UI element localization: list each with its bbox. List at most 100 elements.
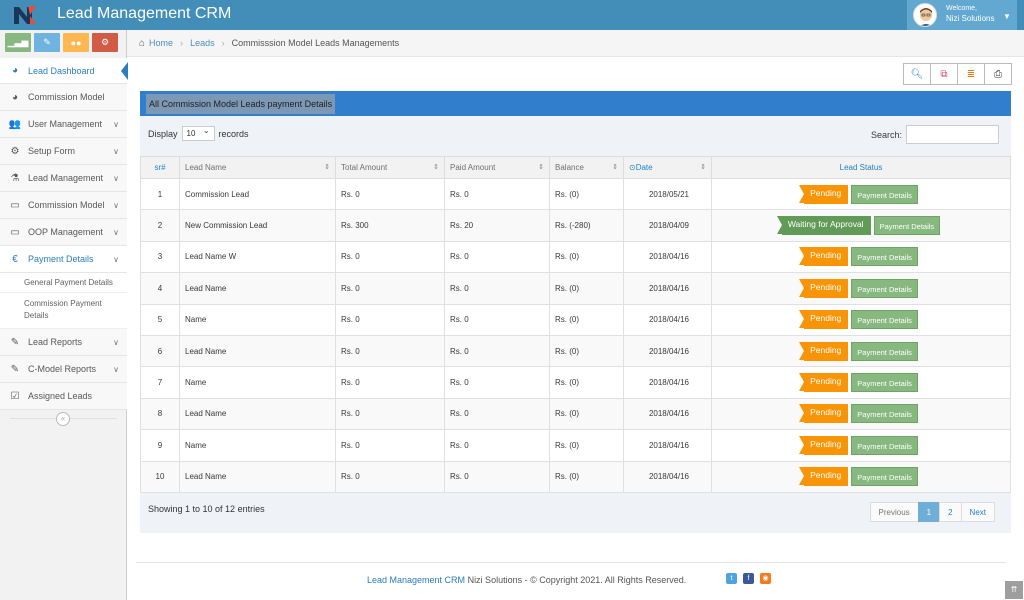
copy-icon[interactable]: ⧉ (930, 63, 958, 85)
status-badge: Pending (799, 278, 849, 298)
chevron-right-icon: › (221, 38, 225, 48)
payment-details-button[interactable]: Payment Details (851, 404, 918, 424)
col-balance[interactable]: Balance ⇕ (549, 156, 624, 179)
sidebar-subitem-commission-payment[interactable]: Commission Payment Details (0, 293, 127, 329)
chevron-down-icon: ∨ (113, 254, 119, 264)
cell-sr: 5 (140, 303, 180, 336)
table-row: 9 Name Rs. 0 Rs. 0 Rs. (0) 2018/04/16 Pending P… (140, 429, 1011, 462)
sidebar-item-lead-management[interactable]: ⚗ Lead Management ∨ (0, 165, 127, 192)
payment-details-button[interactable]: Payment Details (851, 341, 918, 361)
table-row: 4 Lead Name Rs. 0 Rs. 0 Rs. (0) 2018/04/16 Pen… (140, 272, 1011, 305)
pagination-next[interactable]: Next (960, 502, 995, 522)
chevron-down-icon: ∨ (113, 364, 119, 374)
status-badge: Pending (799, 184, 849, 204)
col-label: Paid Amount (450, 163, 496, 172)
cell-sr: 4 (140, 272, 180, 305)
signal-icon[interactable]: ▁▃▅ (5, 33, 31, 52)
user-menu[interactable]: Welcome, Nizi Solutions ▼ (907, 0, 1017, 30)
rss-icon[interactable]: ◉ (760, 573, 771, 584)
cell-lead-name: Commission Lead (179, 177, 336, 211)
cell-total-amount: Rs. 0 (335, 460, 445, 493)
col-paid-amount[interactable]: Paid Amount ⇕ (444, 156, 550, 179)
scroll-top-icon[interactable]: ⇈ (1005, 581, 1023, 599)
sidebar-item-lead-dashboard[interactable]: ◕ Lead Dashboard (0, 58, 128, 84)
payment-details-button[interactable]: Payment Details (851, 310, 918, 330)
sidebar-item-assigned-leads[interactable]: ☑ Assigned Leads (0, 383, 127, 410)
breadcrumb-current: Commisssion Model Leads Managements (231, 38, 400, 48)
welcome-text: Welcome, (946, 5, 977, 12)
table-header-row: sr# Lead Name ⇕ Total Amount ⇕ Paid Amount… (140, 156, 1011, 179)
chevron-right-icon: › (180, 38, 184, 48)
avatar (913, 3, 937, 27)
cell-paid-amount: Rs. 0 (444, 366, 550, 399)
cell-balance: Rs. (0) (549, 460, 624, 493)
database-icon[interactable]: ≣ (957, 63, 985, 85)
sidebar-subitem-general-payment[interactable]: General Payment Details (0, 273, 127, 293)
table-tools: 🔍︎ ⧉ ≣ ⎙ (903, 63, 1012, 85)
payment-details-button[interactable]: Payment Details (851, 373, 918, 393)
payment-details-button[interactable]: Payment Details (851, 435, 918, 455)
footer-brand: Lead Management CRM (367, 575, 466, 585)
cell-sr: 1 (140, 177, 180, 211)
sidebar-item-setup-form[interactable]: ⚙ Setup Form ∨ (0, 138, 127, 165)
col-total-amount[interactable]: Total Amount ⇕ (335, 156, 445, 179)
sidebar-item-payment-details[interactable]: € Payment Details ∨ (0, 246, 127, 273)
payment-details-button[interactable]: Payment Details (851, 247, 918, 267)
sidebar-item-lead-reports[interactable]: ✎ Lead Reports ∨ (0, 329, 127, 356)
desktop-icon: ▭ (10, 226, 20, 238)
table-body: 1 Commission Lead Rs. 0 Rs. 0 Rs. (0) 2018/05… (140, 177, 1011, 493)
cell-lead-name: Lead Name (179, 334, 336, 368)
edit-icon: ✎ (10, 336, 20, 348)
search-input[interactable] (906, 125, 999, 144)
leads-table: sr# Lead Name ⇕ Total Amount ⇕ Paid Amount… (140, 156, 1011, 493)
cell-paid-amount: Rs. 0 (444, 460, 550, 493)
facebook-icon[interactable]: f (743, 573, 754, 584)
payment-details-button[interactable]: Payment Details (851, 467, 918, 487)
cell-date: 2018/04/16 (623, 303, 712, 336)
breadcrumb-home[interactable]: Home (149, 38, 173, 48)
sidebar-item-label: Lead Reports (28, 337, 83, 347)
cell-sr: 7 (140, 366, 180, 399)
status-badge: Pending (799, 373, 849, 393)
cell-status: Pending Payment Details (711, 366, 1011, 399)
status-badge: Pending (799, 467, 849, 487)
collapse-sidebar-icon[interactable]: « (56, 412, 70, 426)
payment-details-button[interactable]: Payment Details (851, 278, 918, 298)
sidebar-item-commission-model[interactable]: ◕ Commission Model (0, 84, 127, 111)
cogs-icon: ⚙ (10, 145, 20, 157)
sidebar-item-cmodel-reports[interactable]: ✎ C-Model Reports ∨ (0, 356, 127, 383)
page-length-select[interactable]: 10 (181, 126, 215, 141)
cell-balance: Rs. (0) (549, 366, 624, 399)
pagination-page-1[interactable]: 1 (917, 502, 941, 522)
payment-details-button[interactable]: Payment Details (851, 184, 918, 204)
cell-date: 2018/04/16 (623, 460, 712, 493)
sidebar: ▁▃▅ ✎ ●● ⚙ ◕ Lead Dashboard ◕ Commission… (0, 30, 128, 600)
sidebar-item-commission-model-2[interactable]: ▭ Commission Model ∨ (0, 192, 127, 219)
col-sr[interactable]: sr# (140, 156, 180, 179)
col-date[interactable]: ⊙Date ⇕ (623, 156, 712, 179)
sidebar-item-user-management[interactable]: 👥 User Management ∨ (0, 111, 127, 138)
table-row: 8 Lead Name Rs. 0 Rs. 0 Rs. (0) 2018/04/16 Pen… (140, 397, 1011, 431)
sidebar-item-oop-management[interactable]: ▭ OOP Management ∨ (0, 219, 127, 246)
twitter-icon[interactable]: t (726, 573, 737, 584)
table-row: 5 Name Rs. 0 Rs. 0 Rs. (0) 2018/04/16 Pending P… (140, 303, 1011, 336)
cell-balance: Rs. (0) (549, 177, 624, 211)
pagination-page-2[interactable]: 2 (939, 502, 962, 522)
pagination-previous[interactable]: Previous (869, 502, 919, 522)
print-icon[interactable]: ⎙ (984, 63, 1012, 85)
cogs-icon[interactable]: ⚙ (92, 33, 118, 52)
logo-icon[interactable] (12, 4, 38, 26)
panel-title: All Commission Model Leads payment Detai… (146, 94, 336, 114)
navbar: Lead Management CRM Welcome, Nizi Soluti… (0, 0, 1024, 30)
pencil-icon[interactable]: ✎ (34, 33, 60, 52)
col-lead-name[interactable]: Lead Name ⇕ (179, 156, 336, 179)
cell-sr: 10 (140, 460, 180, 493)
payment-details-button[interactable]: Payment Details (873, 216, 941, 236)
cell-total-amount: Rs. 0 (335, 177, 445, 211)
breadcrumb-leads[interactable]: Leads (190, 38, 215, 48)
cell-date: 2018/04/16 (623, 240, 712, 274)
users-icon[interactable]: ●● (63, 33, 89, 52)
social-links: t f ◉ (726, 573, 771, 584)
search-icon[interactable]: 🔍︎ (903, 63, 931, 85)
app-brand[interactable]: Lead Management CRM (57, 5, 231, 23)
